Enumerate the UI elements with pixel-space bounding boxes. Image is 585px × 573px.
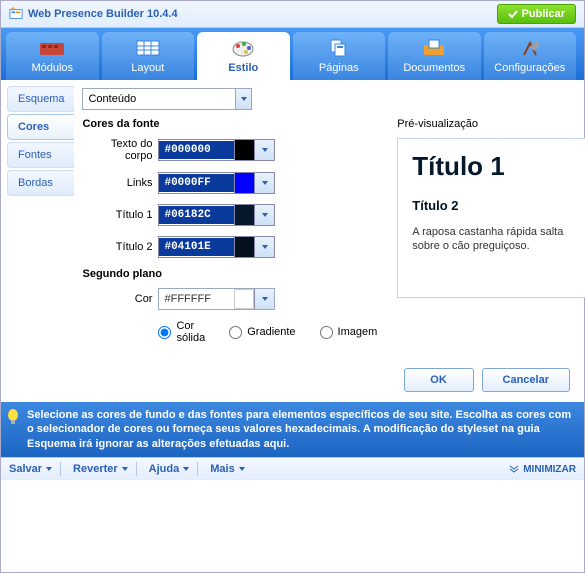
sidebar-item-scheme[interactable]: Esquema xyxy=(7,86,74,112)
check-icon xyxy=(508,9,518,19)
preview-h1: Título 1 xyxy=(412,151,585,182)
chevron-down-icon xyxy=(238,466,246,472)
bg-color-label: Cor xyxy=(82,293,152,305)
field-links: Links xyxy=(82,172,377,194)
radio-solid[interactable]: Cor sólida xyxy=(158,320,205,344)
content-panel: Cores da fonte Texto do corpo Links xyxy=(74,80,585,356)
bg-color-swatch[interactable] xyxy=(234,289,254,309)
tab-layout[interactable]: Layout xyxy=(102,32,195,80)
bg-color-picker-button[interactable] xyxy=(254,289,274,309)
field-title2: Título 2 xyxy=(82,236,377,258)
ok-button[interactable]: OK xyxy=(404,368,474,392)
cancel-button[interactable]: Cancelar xyxy=(482,368,570,392)
dropdown-arrow-button[interactable] xyxy=(235,89,251,109)
body-text-picker-button[interactable] xyxy=(254,140,274,160)
chevron-down-icon xyxy=(240,96,248,102)
links-swatch[interactable] xyxy=(234,173,254,193)
settings-icon xyxy=(516,37,544,59)
main-area: Esquema Cores Fontes Bordas Cores da fon… xyxy=(1,80,584,356)
title2-picker-button[interactable] xyxy=(254,237,274,257)
preview-body: A raposa castanha rápida salta sobre o c… xyxy=(412,225,585,254)
title1-label: Título 1 xyxy=(82,209,152,221)
field-title1: Título 1 xyxy=(82,204,377,226)
chevron-down-icon xyxy=(261,212,269,218)
hint-text: Selecione as cores de fundo e das fontes… xyxy=(27,409,571,450)
preview-title: Pré-visualização xyxy=(397,118,585,130)
sidebar-item-fonts[interactable]: Fontes xyxy=(7,142,74,168)
body-text-label: Texto do corpo xyxy=(82,138,152,162)
chevron-down-icon xyxy=(182,466,190,472)
title2-swatch[interactable] xyxy=(234,237,254,257)
title2-label: Título 2 xyxy=(82,241,152,253)
font-colors-title: Cores da fonte xyxy=(82,118,377,130)
radio-image[interactable]: Imagem xyxy=(320,320,378,344)
sidebar-item-borders[interactable]: Bordas xyxy=(7,170,74,196)
chevron-down-icon xyxy=(121,466,129,472)
preview-h2: Título 2 xyxy=(412,198,585,213)
titlebar: Web Presence Builder 10.4.4 Publicar xyxy=(1,1,584,28)
footer-revert[interactable]: Reverter xyxy=(73,462,137,476)
links-label: Links xyxy=(82,177,152,189)
chevron-down-icon xyxy=(45,466,53,472)
minimize-button[interactable]: MINIMIZAR xyxy=(509,464,576,475)
pages-icon xyxy=(325,37,353,59)
layout-icon xyxy=(134,37,162,59)
tab-style[interactable]: Estilo xyxy=(197,32,290,80)
field-bg-color: Cor xyxy=(82,288,377,310)
title1-input[interactable] xyxy=(159,206,234,224)
sidebar-item-colors[interactable]: Cores xyxy=(7,114,74,140)
links-input[interactable] xyxy=(159,174,234,192)
publish-button[interactable]: Publicar xyxy=(497,4,576,24)
app-title: Web Presence Builder 10.4.4 xyxy=(28,8,178,20)
background-title: Segundo plano xyxy=(82,268,377,280)
content-dropdown[interactable] xyxy=(82,88,252,110)
modules-icon xyxy=(38,37,66,59)
footer-bar: Salvar Reverter Ajuda Mais MINIMIZAR xyxy=(1,457,584,480)
sidebar: Esquema Cores Fontes Bordas xyxy=(1,80,74,356)
dialog-buttons: OK Cancelar xyxy=(1,356,584,402)
tab-settings[interactable]: Configurações xyxy=(484,32,577,80)
content-dropdown-input[interactable] xyxy=(83,90,235,108)
title1-swatch[interactable] xyxy=(234,205,254,225)
body-text-input[interactable] xyxy=(159,141,234,159)
chevron-down-icon xyxy=(261,244,269,250)
tab-documents[interactable]: Documentos xyxy=(388,32,481,80)
preview-box: Título 1 Título 2 A raposa castanha rápi… xyxy=(397,138,585,298)
tab-pages[interactable]: Páginas xyxy=(293,32,386,80)
app-icon xyxy=(9,7,23,21)
footer-save[interactable]: Salvar xyxy=(9,462,61,476)
links-picker-button[interactable] xyxy=(254,173,274,193)
bg-type-radios: Cor sólida Gradiente Imagem xyxy=(158,320,377,344)
radio-gradient[interactable]: Gradiente xyxy=(229,320,295,344)
chevron-down-icon xyxy=(261,147,269,153)
footer-help[interactable]: Ajuda xyxy=(149,462,199,476)
tab-modules[interactable]: Módulos xyxy=(6,32,99,80)
main-tabs: Módulos Layout Estilo Páginas Documentos… xyxy=(1,28,584,80)
title1-picker-button[interactable] xyxy=(254,205,274,225)
lightbulb-icon xyxy=(6,408,20,426)
chevron-down-icon xyxy=(261,296,269,302)
body-text-swatch[interactable] xyxy=(234,140,254,160)
footer-more[interactable]: Mais xyxy=(210,463,245,475)
title2-input[interactable] xyxy=(159,238,234,256)
chevron-double-down-icon xyxy=(509,465,519,473)
bg-color-input[interactable] xyxy=(159,290,234,308)
style-icon xyxy=(229,37,257,59)
field-body-text: Texto do corpo xyxy=(82,138,377,162)
documents-icon xyxy=(420,37,448,59)
chevron-down-icon xyxy=(261,180,269,186)
hint-bar: Selecione as cores de fundo e das fontes… xyxy=(1,402,584,457)
publish-label: Publicar xyxy=(522,8,565,20)
